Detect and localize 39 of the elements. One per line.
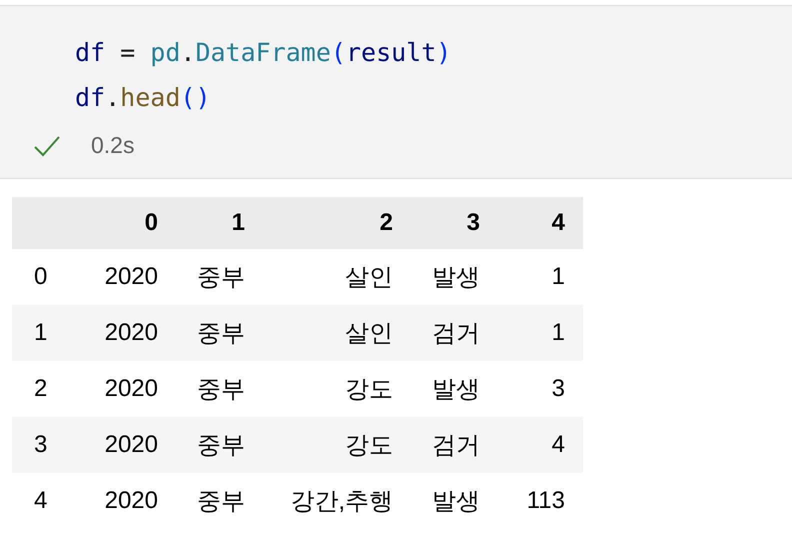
table-cell: 중부 [197,264,245,291]
table-cell: 3 [552,375,565,402]
table-cell: 2020 [104,431,158,458]
table-cell: 4 [552,431,565,458]
column-header: 4 [552,209,565,236]
column-header: 1 [232,209,245,236]
row-index: 2 [34,375,48,402]
table-cell: 살인 [345,264,393,291]
table-cell: 발생 [432,488,480,515]
column-header: 2 [380,209,393,236]
table-cell: 중부 [197,376,245,403]
row-index: 3 [34,431,48,458]
table-cell: 2020 [104,375,158,402]
table-cell: 강간,추행 [290,488,393,515]
row-index: 0 [34,263,48,290]
table-cell: 발생 [432,376,480,403]
table-cell: 1 [552,319,565,346]
code-line: df = pd.DataFrame(result) [75,37,452,69]
row-index: 4 [34,487,48,514]
table-cell: 2020 [104,319,158,346]
table-cell: 강도 [345,376,393,403]
column-header: 0 [144,209,158,236]
execution-time: 0.2s [91,132,134,159]
table-cell: 2020 [104,263,158,290]
code-line: df.head() [75,82,210,114]
table-cell: 살인 [345,320,393,347]
table-cell: 중부 [197,488,245,515]
table-cell: 1 [552,263,565,290]
row-index: 1 [34,319,48,346]
table-cell: 2020 [104,487,158,514]
table-cell: 검거 [432,432,480,459]
table-cell: 중부 [197,432,245,459]
table-cell: 중부 [197,320,245,347]
code-cell[interactable]: df = pd.DataFrame(result) df.head() 0.2s [0,5,792,179]
table-cell: 검거 [432,320,480,347]
table-cell: 발생 [432,264,480,291]
table-cell: 강도 [345,432,393,459]
column-header: 3 [466,209,480,236]
table-cell: 113 [526,487,565,514]
